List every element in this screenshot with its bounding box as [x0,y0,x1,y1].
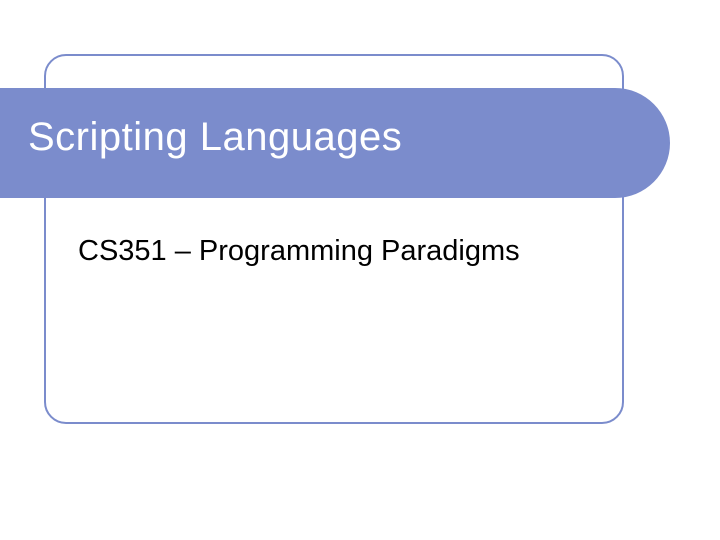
slide-subtitle: CS351 – Programming Paradigms [78,235,520,268]
slide-title: Scripting Languages [28,115,402,160]
title-underline [46,202,622,207]
